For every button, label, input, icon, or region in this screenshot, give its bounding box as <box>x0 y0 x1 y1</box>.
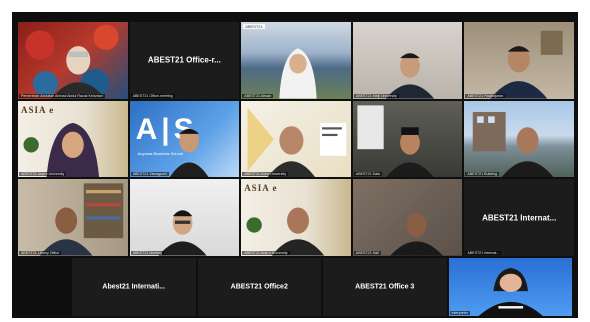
participant-name-label: ABEST21 Asia e University <box>19 172 67 177</box>
participant-video <box>490 30 564 99</box>
participant-video <box>279 48 317 99</box>
participant-tile[interactable]: ABEST21 Office-r... ABEST21 Office-meeti… <box>129 22 240 99</box>
participant-tile[interactable]: Interpreter <box>448 258 572 316</box>
participant-name-label: ABEST21 Dato <box>353 172 383 177</box>
participant-video <box>39 183 124 256</box>
participant-video <box>169 128 209 178</box>
participant-video <box>478 267 543 316</box>
participant-tile[interactable]: ABEST21 Meeting <box>129 179 240 256</box>
participant-name-label: Interpreter <box>449 311 471 315</box>
participant-tile[interactable]: ABEST21 Internat... ABEST21 Internat... <box>464 179 574 256</box>
participant-name-label: ABEST21 Office-meeting <box>130 93 175 98</box>
participant-name: ABEST21 Internat... <box>482 213 557 223</box>
participant-video <box>50 46 106 99</box>
participant-gallery: Pemerintah Abdullah Ahmad Abdul Razak Ke… <box>18 22 574 256</box>
participant-video <box>357 105 434 178</box>
participant-name: Abest21 Internati... <box>102 283 166 291</box>
participant-video <box>247 107 347 178</box>
participant-video <box>246 207 325 256</box>
participant-tile[interactable]: ABEST21 Padjadjaran <box>464 22 574 99</box>
participant-name-label: ABEST21 Asia e University <box>242 250 290 255</box>
participant-tile[interactable]: ASIA e ABEST21 Asia e University <box>241 179 351 256</box>
participant-name-label: ABEST21 Meiji University <box>353 93 399 98</box>
participant-name-label: ABEST21 Kobe University <box>242 172 289 177</box>
participant-video <box>158 210 207 256</box>
participant-tile[interactable]: ABEST21 Office 3 <box>323 258 447 316</box>
participant-video <box>352 179 463 256</box>
participant-name-label: ABEST21 Meeting <box>130 250 165 255</box>
video-conference-window: Pemerintah Abdullah Ahmad Abdul Razak Ke… <box>12 12 578 318</box>
participant-name-label: ABEST21 Internat... <box>465 250 502 255</box>
participant-name-label: ABEST21 Yamaguchi <box>130 172 170 177</box>
participant-tile[interactable]: Pemerintah Abdullah Ahmad Abdul Razak Ke… <box>18 22 128 99</box>
participant-name: ABEST21 Office-r... <box>147 55 221 65</box>
participant-video <box>23 122 100 178</box>
participant-tile[interactable]: Abest21 Internati... <box>72 258 196 316</box>
participant-name-label: ABEST21 Padjadjaran <box>465 93 506 98</box>
participant-tile[interactable]: ASIA e ABEST21 Asia e University <box>18 100 128 178</box>
participant-tile[interactable]: ABEST21 Meiji University <box>352 22 463 99</box>
participant-name-label: ABEST21 Building <box>465 172 499 177</box>
participant-video <box>473 111 555 178</box>
participant-video <box>385 53 434 99</box>
participant-tile[interactable]: A|S Aoyama Business School ABEST21 Yamag… <box>129 100 240 178</box>
participant-name: ABEST21 Office2 <box>230 283 288 291</box>
participant-tile[interactable]: ABEST21 ABEST21 Ahsan <box>241 22 351 99</box>
participant-name-label: ABEST21 Ahsan <box>242 93 273 98</box>
participant-name-label: Pemerintah Abdullah Ahmad Abdul Razak Ke… <box>19 93 105 98</box>
participant-name-label: ABEST21 Library Office <box>19 250 62 255</box>
participant-name: ABEST21 Office 3 <box>355 283 415 291</box>
participant-name-label: ABEST21 Hall <box>353 250 381 255</box>
participant-tile[interactable]: ABEST21 Library Office <box>18 179 128 256</box>
participant-tile[interactable]: ABEST21 Dato <box>352 100 463 178</box>
participant-tile[interactable]: ABEST21 Kobe University <box>241 100 351 178</box>
participant-tile[interactable]: ABEST21 Office2 <box>197 258 321 316</box>
participant-gallery-bottom: Abest21 Internati... ABEST21 Office2 ABE… <box>72 258 572 316</box>
participant-tile[interactable]: ABEST21 Hall <box>352 179 463 256</box>
participant-tile[interactable]: ABEST21 Building <box>464 100 574 178</box>
